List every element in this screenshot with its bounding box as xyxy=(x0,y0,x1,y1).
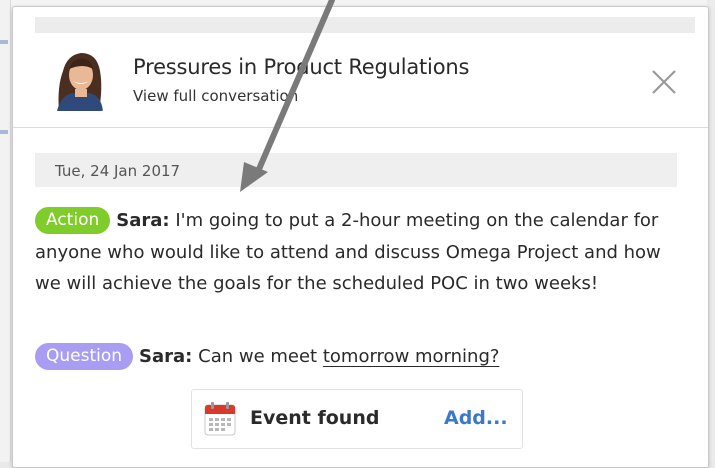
background-window-left-edge xyxy=(0,0,11,462)
question-tag[interactable]: Question xyxy=(35,343,134,370)
conversation-popup: Pressures in Product Regulations View fu… xyxy=(12,6,709,468)
close-icon[interactable] xyxy=(647,65,681,99)
message-action: Action Sara: I'm going to put a 2-hour me… xyxy=(35,205,683,300)
conversation-header: Pressures in Product Regulations View fu… xyxy=(13,33,708,128)
detected-time-phrase[interactable]: tomorrow morning? xyxy=(323,346,500,367)
avatar xyxy=(53,47,105,111)
action-tag[interactable]: Action xyxy=(35,207,111,234)
add-event-link[interactable]: Add... xyxy=(444,407,508,429)
message-speaker: Sara: xyxy=(139,346,193,367)
view-full-conversation-link[interactable]: View full conversation xyxy=(133,87,298,105)
background-marker xyxy=(0,40,8,44)
background-marker xyxy=(0,130,8,134)
conversation-title: Pressures in Product Regulations xyxy=(133,55,470,79)
message-speaker: Sara: xyxy=(116,210,170,231)
event-found-label: Event found xyxy=(250,407,380,429)
calendar-icon xyxy=(204,402,236,436)
message-text: Can we meet xyxy=(198,346,323,367)
message-question: Question Sara: Can we meet tomorrow morni… xyxy=(35,341,683,373)
event-suggestion-card: Event found Add... xyxy=(191,389,523,449)
date-separator: Tue, 24 Jan 2017 xyxy=(35,153,677,187)
popup-top-bar xyxy=(35,17,695,33)
date-label: Tue, 24 Jan 2017 xyxy=(55,162,181,180)
